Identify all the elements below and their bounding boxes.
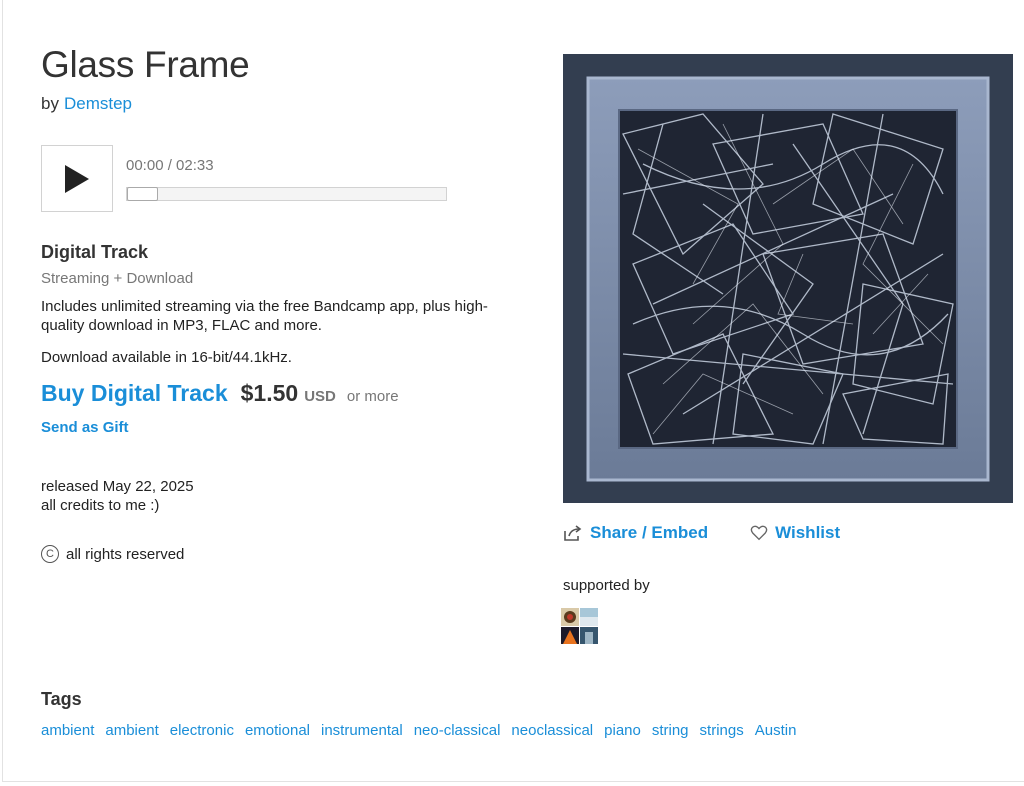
- credits: released May 22, 2025 all credits to me …: [41, 477, 194, 515]
- tags-heading: Tags: [41, 689, 82, 709]
- buy-row: Buy Digital Track $1.50 USD or more: [41, 380, 399, 407]
- tag-link[interactable]: ambient: [41, 722, 94, 739]
- tag-link[interactable]: neoclassical: [511, 722, 593, 739]
- by-label: by: [41, 94, 59, 113]
- time-display: 00:00 / 02:33: [126, 157, 214, 174]
- byline: by Demstep: [41, 94, 132, 114]
- progress-thumb[interactable]: [127, 187, 158, 201]
- download-info: Download available in 16-bit/44.1kHz.: [41, 349, 292, 366]
- digital-heading: Digital Track: [41, 242, 149, 262]
- share-wishlist-row: Share / Embed Wishlist: [563, 523, 840, 543]
- tag-link[interactable]: instrumental: [321, 722, 403, 739]
- play-icon: [65, 164, 89, 193]
- tag-link[interactable]: string: [652, 722, 689, 739]
- wishlist-button[interactable]: Wishlist: [775, 523, 840, 543]
- tag-link[interactable]: Austin: [755, 722, 797, 739]
- artist-link[interactable]: Demstep: [64, 94, 132, 113]
- supporter-avatar[interactable]: [561, 608, 598, 644]
- progress-track[interactable]: [126, 187, 447, 201]
- copyright-icon: C: [41, 545, 59, 563]
- tag-link[interactable]: neo-classical: [414, 722, 501, 739]
- tags-list: ambient ambient electronic emotional instrum…: [41, 722, 807, 739]
- tag-link[interactable]: ambient: [105, 722, 158, 739]
- tag-link[interactable]: strings: [700, 722, 744, 739]
- track-title: Glass Frame: [41, 44, 250, 85]
- price: $1.50: [240, 380, 299, 406]
- album-art[interactable]: [563, 54, 1013, 503]
- includes-text: Includes unlimited streaming via the fre…: [41, 298, 488, 334]
- or-more-label: or more: [346, 388, 399, 405]
- rights-text: all rights reserved: [66, 545, 185, 563]
- buy-digital-track-button[interactable]: Buy Digital Track: [41, 380, 228, 407]
- share-icon[interactable]: [563, 523, 583, 543]
- heart-icon[interactable]: [750, 524, 768, 542]
- supported-by-heading: supported by: [563, 577, 650, 594]
- rights-row: C all rights reserved: [41, 545, 184, 563]
- digital-subheading: Streaming + Download: [41, 270, 194, 287]
- share-embed-button[interactable]: Share / Embed: [590, 523, 708, 543]
- release-date: released May 22, 2025: [41, 478, 194, 495]
- play-button[interactable]: [41, 145, 113, 212]
- send-as-gift-button[interactable]: Send as Gift: [41, 419, 129, 436]
- tag-link[interactable]: electronic: [170, 722, 234, 739]
- tag-link[interactable]: piano: [604, 722, 641, 739]
- currency: USD: [304, 388, 336, 405]
- album-art-image: [563, 54, 1013, 503]
- credits-note: all credits to me :): [41, 497, 160, 514]
- tag-link[interactable]: emotional: [245, 722, 310, 739]
